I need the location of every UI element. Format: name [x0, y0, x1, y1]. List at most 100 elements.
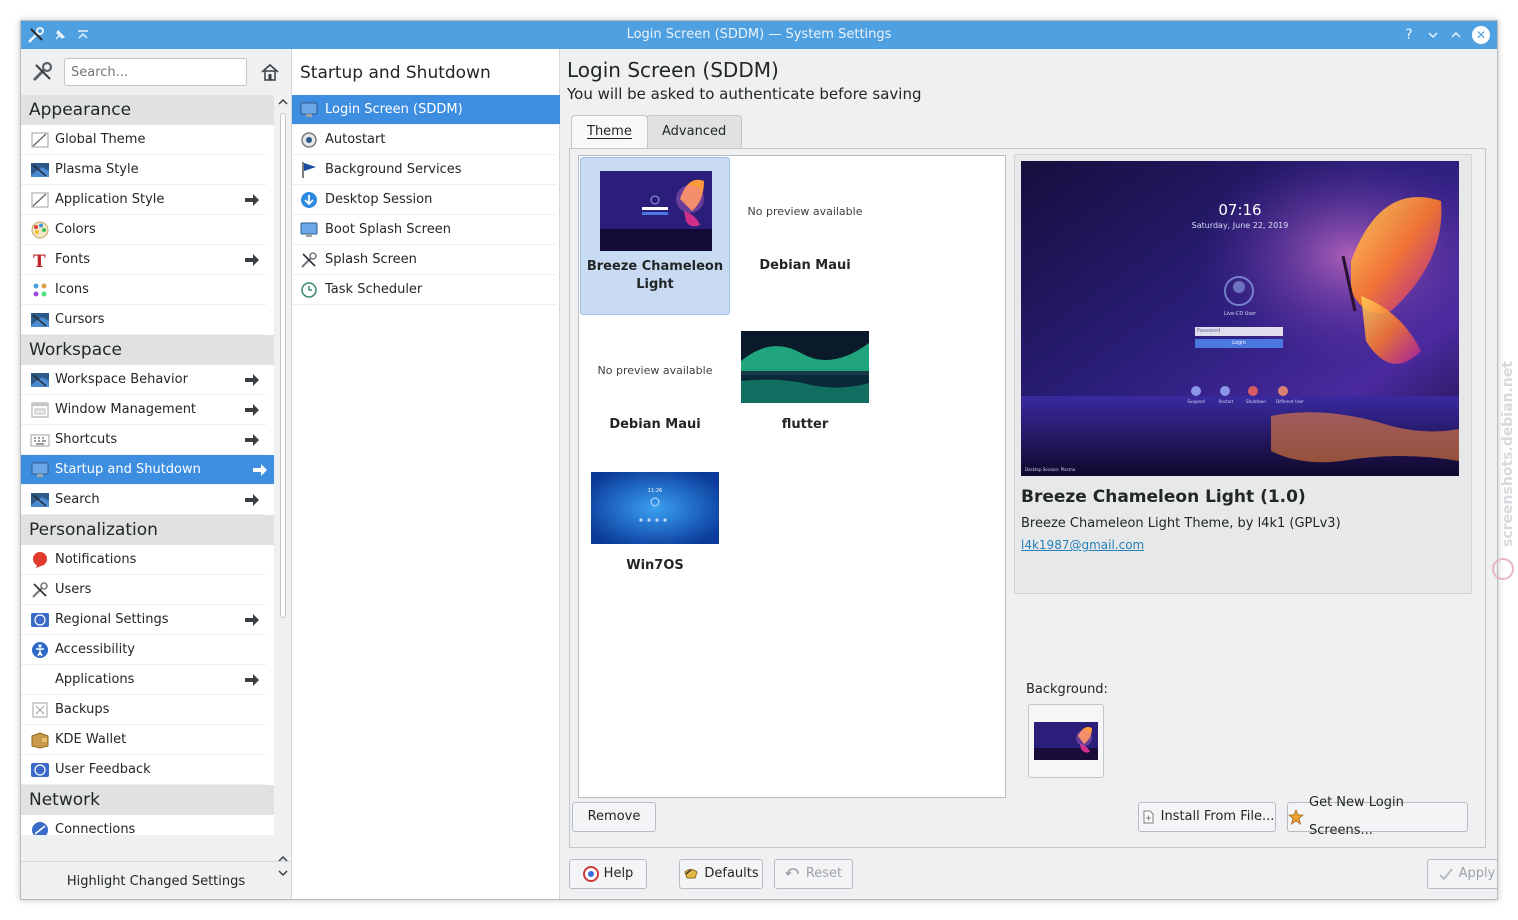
home-icon[interactable]	[259, 62, 281, 86]
sidebar-item-icons[interactable]: Icons	[21, 275, 266, 305]
debian-swirl-icon	[1492, 558, 1514, 580]
theme-tile-name: Win7OS	[626, 558, 684, 573]
search-field[interactable]	[64, 58, 247, 86]
theme-tile-debian-maui[interactable]: No preview available Debian Maui	[580, 316, 730, 474]
section-header-workspace: Workspace	[21, 335, 274, 365]
application-style-icon	[29, 190, 51, 210]
sidebar-item-fonts[interactable]: T Fonts	[21, 245, 266, 275]
theme-tile-breeze-chameleon-light[interactable]: Breeze Chameleon Light	[580, 157, 730, 315]
cursors-icon	[29, 310, 51, 330]
configure-tools-icon[interactable]	[31, 61, 55, 87]
watermark-text: screenshots.debian.net	[1500, 361, 1516, 547]
global-theme-icon	[29, 130, 51, 150]
subcategory-item-label: Login Screen (SDDM)	[325, 102, 463, 117]
maximize-icon[interactable]	[1446, 25, 1466, 45]
theme-tile-flutter[interactable]: flutter	[730, 316, 880, 474]
sidebar-item-workspace-behavior[interactable]: Workspace Behavior	[21, 365, 266, 395]
no-preview-text: No preview available	[597, 364, 713, 377]
colors-icon	[29, 220, 51, 240]
install-from-file-button[interactable]: Install From File...	[1138, 802, 1276, 832]
backups-icon	[29, 700, 51, 720]
apply-button[interactable]: Apply	[1427, 859, 1497, 889]
sidebar: Appearance Global Theme Plasma Style Applic…	[21, 49, 291, 899]
theme-thumbnail	[600, 171, 712, 251]
subcategory-item-autostart[interactable]: Autostart	[292, 125, 556, 155]
sidebar-item-label: KDE Wallet	[55, 732, 127, 747]
sidebar-item-startup-and-shutdown[interactable]: Startup and Shutdown	[21, 455, 274, 485]
search-input[interactable]	[65, 59, 246, 85]
tab-advanced[interactable]: Advanced	[646, 115, 743, 149]
icons-icon	[29, 280, 51, 300]
help-button[interactable]: Help	[569, 859, 647, 889]
sidebar-item-connections[interactable]: Connections	[21, 815, 266, 835]
star-icon	[1288, 809, 1304, 825]
background-thumbnail	[1034, 722, 1098, 760]
sidebar-item-regional-settings[interactable]: Regional Settings	[21, 605, 266, 635]
sidebar-item-colors[interactable]: Colors	[21, 215, 266, 245]
sidebar-item-notifications[interactable]: Notifications	[21, 545, 266, 575]
sidebar-item-backups[interactable]: Backups	[21, 695, 266, 725]
sidebar-item-cursors[interactable]: Cursors	[21, 305, 266, 335]
help-icon	[582, 866, 599, 882]
remove-label: Remove	[587, 809, 641, 824]
sidebar-item-label: Notifications	[55, 552, 137, 567]
sidebar-item-global-theme[interactable]: Global Theme	[21, 125, 266, 155]
svg-text:T: T	[33, 252, 46, 269]
accessibility-icon	[29, 640, 51, 660]
subcategory-title: Startup and Shutdown	[300, 63, 491, 83]
subcategory-item-label: Task Scheduler	[325, 282, 423, 297]
subcategory-item-label: Autostart	[325, 132, 386, 147]
get-new-login-screens-button[interactable]: Get New Login Screens...	[1287, 795, 1468, 838]
sidebar-item-window-management[interactable]: Window Management	[21, 395, 266, 425]
preview-date: Saturday, June 22, 2019	[1191, 221, 1289, 230]
sidebar-item-label: Search	[55, 492, 100, 507]
blank-icon	[29, 670, 51, 690]
sidebar-item-application-style[interactable]: Application Style	[21, 185, 266, 215]
sidebar-item-plasma-style[interactable]: Plasma Style	[21, 155, 266, 185]
subcategory-item-splash-screen[interactable]: Splash Screen	[292, 245, 556, 275]
sidebar-item-search[interactable]: Search	[21, 485, 266, 515]
apply-check-icon	[1438, 866, 1454, 882]
background-image-button[interactable]	[1028, 704, 1104, 778]
preview-different-user-label: Different User	[1276, 399, 1304, 404]
sidebar-item-label: Users	[55, 582, 92, 597]
splash-screen-icon	[298, 250, 320, 270]
subcategory-item-desktop-session[interactable]: Desktop Session	[292, 185, 556, 215]
sidebar-item-user-feedback[interactable]: User Feedback	[21, 755, 266, 785]
sidebar-item-label: Regional Settings	[55, 612, 169, 627]
reset-button[interactable]: Reset	[774, 859, 853, 889]
theme-description: Breeze Chameleon Light Theme, by l4k1 (G…	[1021, 516, 1341, 531]
sidebar-item-shortcuts[interactable]: Shortcuts	[21, 425, 266, 455]
subcategory-item-background-services[interactable]: Background Services	[292, 155, 556, 185]
apply-label: Apply	[1458, 866, 1496, 881]
tab-theme[interactable]: Theme	[571, 115, 648, 149]
help-question-icon[interactable]: ?	[1399, 25, 1419, 45]
background-services-icon	[298, 160, 320, 180]
sidebar-item-users[interactable]: Users	[21, 575, 266, 605]
theme-tab-panel: Breeze Chameleon Light No preview availab…	[569, 148, 1486, 848]
sidebar-item-label: Startup and Shutdown	[55, 462, 201, 477]
remove-button[interactable]: Remove	[572, 802, 656, 832]
subcategory-item-login-screen-sddm[interactable]: Login Screen (SDDM)	[292, 95, 560, 125]
theme-tile-win7os[interactable]: 11:26 Win7OS	[580, 457, 730, 615]
sidebar-item-kde-wallet[interactable]: KDE Wallet	[21, 725, 266, 755]
reset-icon	[785, 866, 801, 882]
close-icon[interactable]: ✕	[1472, 26, 1490, 44]
sidebar-item-label: Fonts	[55, 252, 91, 267]
arrow-right-icon	[244, 612, 260, 628]
sidebar-item-applications[interactable]: Applications	[21, 665, 266, 695]
title-bar: Login Screen (SDDM) — System Settings ? …	[21, 21, 1497, 49]
highlight-changed-settings-button[interactable]: Highlight Changed Settings	[21, 861, 291, 899]
subcategory-item-boot-splash-screen[interactable]: Boot Splash Screen	[292, 215, 556, 245]
scrollbar-thumb[interactable]	[280, 113, 286, 618]
section-header-personalization: Personalization	[21, 515, 274, 545]
sidebar-item-accessibility[interactable]: Accessibility	[21, 635, 266, 665]
arrow-right-icon	[244, 252, 260, 268]
minimize-icon[interactable]	[1423, 25, 1443, 45]
theme-author-email-link[interactable]: l4k1987@gmail.com	[1021, 538, 1144, 552]
subcategory-item-task-scheduler[interactable]: Task Scheduler	[292, 275, 556, 305]
sidebar-scrollbar[interactable]	[277, 95, 289, 881]
theme-tile-debian-maui[interactable]: No preview available Debian Maui	[730, 157, 880, 315]
system-settings-window: Login Screen (SDDM) — System Settings ? …	[20, 20, 1498, 900]
defaults-button[interactable]: Defaults	[679, 859, 763, 889]
